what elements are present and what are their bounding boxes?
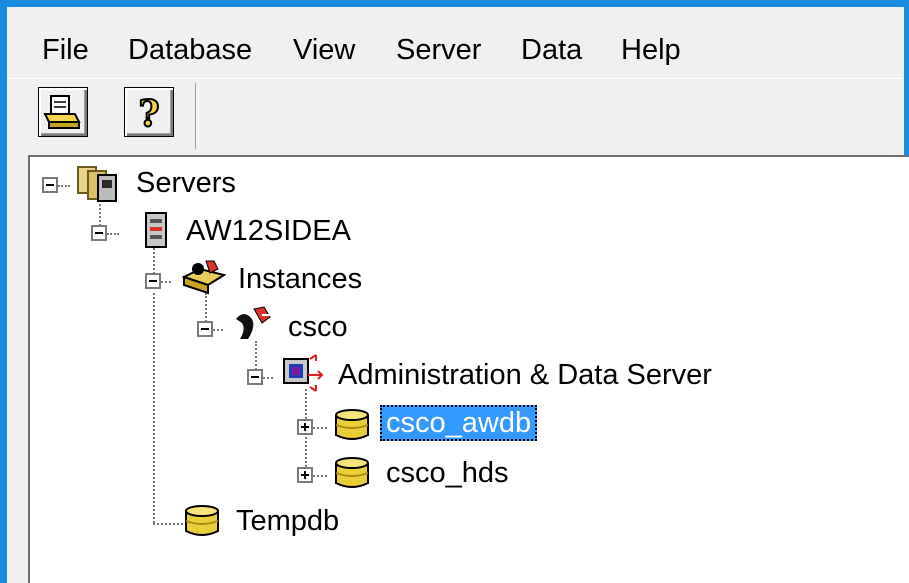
help-glyph: ? xyxy=(138,93,159,135)
menu-database[interactable]: Database xyxy=(128,33,252,67)
instance-icon xyxy=(236,306,272,339)
menu-server[interactable]: Server xyxy=(396,33,481,67)
menu-file[interactable]: File xyxy=(42,33,89,67)
database-icon xyxy=(335,409,369,440)
menu-view[interactable]: View xyxy=(293,33,355,67)
admin-data-server-icon xyxy=(283,354,324,392)
database-icon xyxy=(335,457,369,488)
help-button[interactable]: ? xyxy=(124,87,174,137)
database-icon xyxy=(185,505,219,536)
collapse-servers-toggle[interactable] xyxy=(42,177,58,193)
tree-node-csco[interactable]: csco xyxy=(282,309,354,345)
expand-hds-toggle[interactable] xyxy=(297,467,313,483)
menu-help[interactable]: Help xyxy=(621,33,681,67)
tree-node-server[interactable]: AW12SIDEA xyxy=(180,213,357,249)
server-computer-icon xyxy=(145,212,167,248)
menu-data[interactable]: Data xyxy=(521,33,582,67)
server-tree: Servers AW12SIDEA Instances csco Adminis… xyxy=(28,155,909,583)
toolbar-separator xyxy=(195,83,199,149)
window-frame-left xyxy=(0,0,7,583)
tree-node-csco-hds[interactable]: csco_hds xyxy=(380,455,515,491)
collapse-csco-toggle[interactable] xyxy=(197,321,213,337)
window-frame-top xyxy=(0,0,909,7)
toolbar: ? xyxy=(7,78,904,155)
collapse-instances-toggle[interactable] xyxy=(145,273,161,289)
menu-bar: File Database View Server Data Help xyxy=(7,7,904,77)
print-preview-button[interactable] xyxy=(38,87,88,137)
tree-node-tempdb[interactable]: Tempdb xyxy=(230,503,345,539)
collapse-admin-data-server-toggle[interactable] xyxy=(247,369,263,385)
expand-awdb-toggle[interactable] xyxy=(297,419,313,435)
tree-node-csco-awdb[interactable]: csco_awdb xyxy=(380,405,538,441)
tree-node-servers[interactable]: Servers xyxy=(130,165,242,201)
tree-node-instances[interactable]: Instances xyxy=(232,261,368,297)
print-preview-icon xyxy=(43,95,81,129)
collapse-server-toggle[interactable] xyxy=(91,225,107,241)
servers-icon xyxy=(77,166,117,202)
tree-node-admin-data-server[interactable]: Administration & Data Server xyxy=(332,357,718,393)
instances-icon xyxy=(181,260,227,295)
help-icon: ? xyxy=(137,92,160,136)
